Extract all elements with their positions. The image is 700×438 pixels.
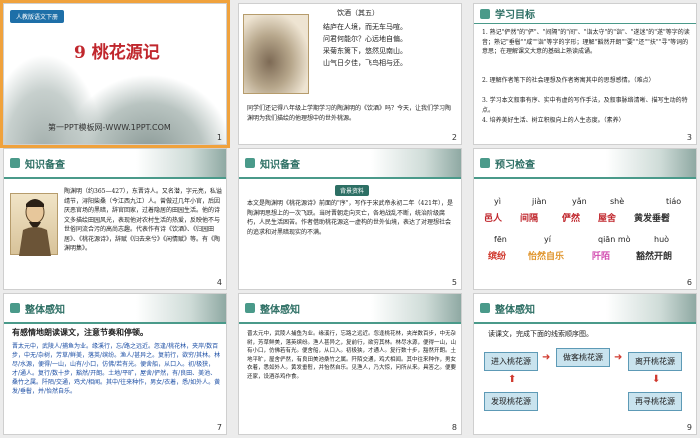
vocab-word: 屋舍 xyxy=(598,214,617,224)
slide-thumbnail-4[interactable]: 知识备查 陶渊明（约365—427），东晋诗人。又名潜，字元亮，私谥靖节，浔阳柴… xyxy=(3,148,227,290)
course-badge: 人教版语文下册 xyxy=(10,10,65,23)
poem-line-4: 山气日夕佳，飞鸟相与还。 xyxy=(323,59,407,67)
header-ink-wash xyxy=(371,294,461,322)
poet-painting xyxy=(243,14,309,94)
slide-heading: 整体感知 xyxy=(25,304,65,316)
slide-number: 6 xyxy=(686,278,692,287)
tao-yuanming-portrait xyxy=(10,193,58,256)
poem-title: 饮酒（其五） xyxy=(337,9,379,17)
arrow-right-icon: ➜ xyxy=(542,352,551,363)
slide-number: 5 xyxy=(451,278,457,287)
vocab-word: 间隔 xyxy=(520,214,539,224)
slide-header: 整体感知 xyxy=(4,294,226,324)
objective-1: 1. 熟记"俨然"的"俨"、"间隔"的"间"、"诣太守"的"诣"、"遂迷"的"遂… xyxy=(482,29,690,55)
flow-box-enter: 进入桃花源 xyxy=(484,352,538,371)
slide-heading: 知识备查 xyxy=(260,159,300,171)
vocab-word: 俨然 xyxy=(562,214,581,224)
vocab-word: 缤纷 xyxy=(488,252,507,262)
slide-number: 3 xyxy=(686,133,692,142)
slide-heading: 学习目标 xyxy=(495,10,535,21)
vocab-word: 黄发垂髫 xyxy=(634,214,671,224)
slide-header: 整体感知 xyxy=(239,294,461,324)
objective-3: 3. 学习本文叙事有序、实中有虚的写作手法，及叙事脉络清晰、描写生动的特点。 xyxy=(482,97,688,114)
poem-line-1: 结庐在人境，而无车马喧。 xyxy=(323,23,407,31)
vocab-word: 豁然开朗 xyxy=(636,252,673,262)
pinyin: fēn xyxy=(494,235,507,244)
arrow-down-icon: ⬇ xyxy=(652,374,661,385)
background-text: 本文是陶渊明《桃花源诗》前面的"序"，写作于宋武帝永初二年（421年），是陶渊明… xyxy=(247,200,453,236)
slide-number: 7 xyxy=(216,423,222,432)
slide-number: 1 xyxy=(216,133,222,142)
slide-header: 学习目标 xyxy=(474,4,696,24)
header-ink-wash xyxy=(606,149,696,177)
slide-number: 4 xyxy=(216,278,222,287)
slide-thumbnail-1[interactable]: 人教版语文下册 9 桃花源记 第一PPT模板网-WWW.1PPT.COM 1 xyxy=(0,0,230,148)
vocab-word: 邑人 xyxy=(484,214,503,224)
slide-thumbnail-3[interactable]: 学习目标 1. 熟记"俨然"的"俨"、"间隔"的"间"、"诣太守"的"诣"、"遂… xyxy=(473,3,697,145)
annotated-passage: 晋太元中，武陵人/捕鱼为业。缘溪行，忘/路之远近。忽逢/桃花林，夹岸/数百步，中… xyxy=(12,343,221,395)
arrow-right-icon: ➜ xyxy=(614,352,623,363)
header-mark-icon xyxy=(480,158,490,168)
vocab-word: 怡然自乐 xyxy=(528,252,565,262)
header-ink-wash xyxy=(136,149,226,177)
objective-4: 4. 培养美好生活、树立积极向上的人生态度。（素养） xyxy=(482,117,625,124)
slide-header: 整体感知 xyxy=(474,294,696,324)
pinyin: shè xyxy=(610,197,625,206)
pinyin: jiàn xyxy=(532,197,547,206)
diagram-instruction: 读课文，完成下面的线索顺序图。 xyxy=(488,330,593,338)
objective-2: 2. 理解作者笔下的社会理想及作者寄寓其中的思想感情。（难点） xyxy=(482,77,655,84)
slide-number: 2 xyxy=(451,133,457,142)
flow-box-visit: 做客桃花源 xyxy=(556,348,610,367)
slide-header: 知识备查 xyxy=(239,149,461,179)
header-mark-icon xyxy=(10,303,20,313)
poem-line-2: 问君何能尔？心远地自偏。 xyxy=(323,35,407,43)
template-site-text: 第一PPT模板网-WWW.1PPT.COM xyxy=(48,123,171,132)
header-mark-icon xyxy=(480,303,490,313)
poem-line-3: 采菊东篱下，悠然见南山。 xyxy=(323,47,407,55)
pinyin: yì xyxy=(494,197,501,206)
header-mark-icon xyxy=(245,158,255,168)
passage-text: 晋太元中，武陵人捕鱼为业。缘溪行，忘路之远近。忽逢桃花林，夹岸数百步，中无杂树，… xyxy=(247,331,457,380)
slide-heading: 整体感知 xyxy=(260,304,300,316)
header-mark-icon xyxy=(480,8,490,19)
flow-box-leave: 离开桃花源 xyxy=(628,352,682,371)
pinyin: yí xyxy=(544,235,551,244)
header-ink-wash xyxy=(136,294,226,322)
header-ink-wash xyxy=(371,149,461,177)
slide-thumbnail-8[interactable]: 整体感知 晋太元中，武陵人捕鱼为业。缘溪行，忘路之远近。忽逢桃花林，夹岸数百步，… xyxy=(238,293,462,435)
slide-number: 9 xyxy=(686,423,692,432)
flow-box-discover: 发现桃花源 xyxy=(484,392,538,411)
slide-heading: 预习检查 xyxy=(495,159,535,171)
intro-text: 同学们还记得八年级上学期学习的陶渊明的《饮酒》吗？今天，让我们学习陶渊明为我们描… xyxy=(247,105,452,122)
author-bio: 陶渊明（约365—427），东晋诗人。又名潜，字元亮，私谥靖节，浔阳柴桑（今江西… xyxy=(64,188,222,252)
arrow-up-icon: ⬆ xyxy=(508,374,517,385)
slide-header: 知识备查 xyxy=(4,149,226,179)
pinyin: yǎn xyxy=(572,197,587,206)
section-tag: 背景资料 xyxy=(335,185,370,196)
reading-instruction: 有感情地朗读课文，注意节奏和停顿。 xyxy=(12,327,148,337)
header-mark-icon xyxy=(10,158,20,168)
slide-heading: 整体感知 xyxy=(495,304,535,316)
slide-header: 预习检查 xyxy=(474,149,696,179)
pinyin: huò xyxy=(654,235,670,244)
slide-number: 8 xyxy=(451,423,457,432)
slide-thumbnail-2[interactable]: 饮酒（其五） 结庐在人境，而无车马喧。 问君何能尔？心远地自偏。 采菊东篱下，悠… xyxy=(238,3,462,145)
lesson-title: 9 桃花源记 xyxy=(74,43,160,63)
flow-box-seek-again: 再寻桃花源 xyxy=(628,392,682,411)
slide-thumbnail-6[interactable]: 预习检查 yì jiàn yǎn shè tiáo 邑人 间隔 俨然 屋舍 黄发… xyxy=(473,148,697,290)
vocab-word: 阡陌 xyxy=(592,252,611,262)
pinyin: qiān mò xyxy=(598,235,631,244)
header-mark-icon xyxy=(245,303,255,313)
slide-thumbnail-9[interactable]: 整体感知 读课文，完成下面的线索顺序图。 进入桃花源 ➜ 做客桃花源 ➜ 离开桃… xyxy=(473,293,697,435)
pinyin: tiáo xyxy=(666,197,682,206)
slide-thumbnail-5[interactable]: 知识备查 背景资料 本文是陶渊明《桃花源诗》前面的"序"，写作于宋武帝永初二年（… xyxy=(238,148,462,290)
header-ink-wash xyxy=(606,294,696,322)
slide-thumbnail-7[interactable]: 整体感知 有感情地朗读课文，注意节奏和停顿。 晋太元中，武陵人/捕鱼为业。缘溪行… xyxy=(3,293,227,435)
slide-heading: 知识备查 xyxy=(25,159,65,171)
